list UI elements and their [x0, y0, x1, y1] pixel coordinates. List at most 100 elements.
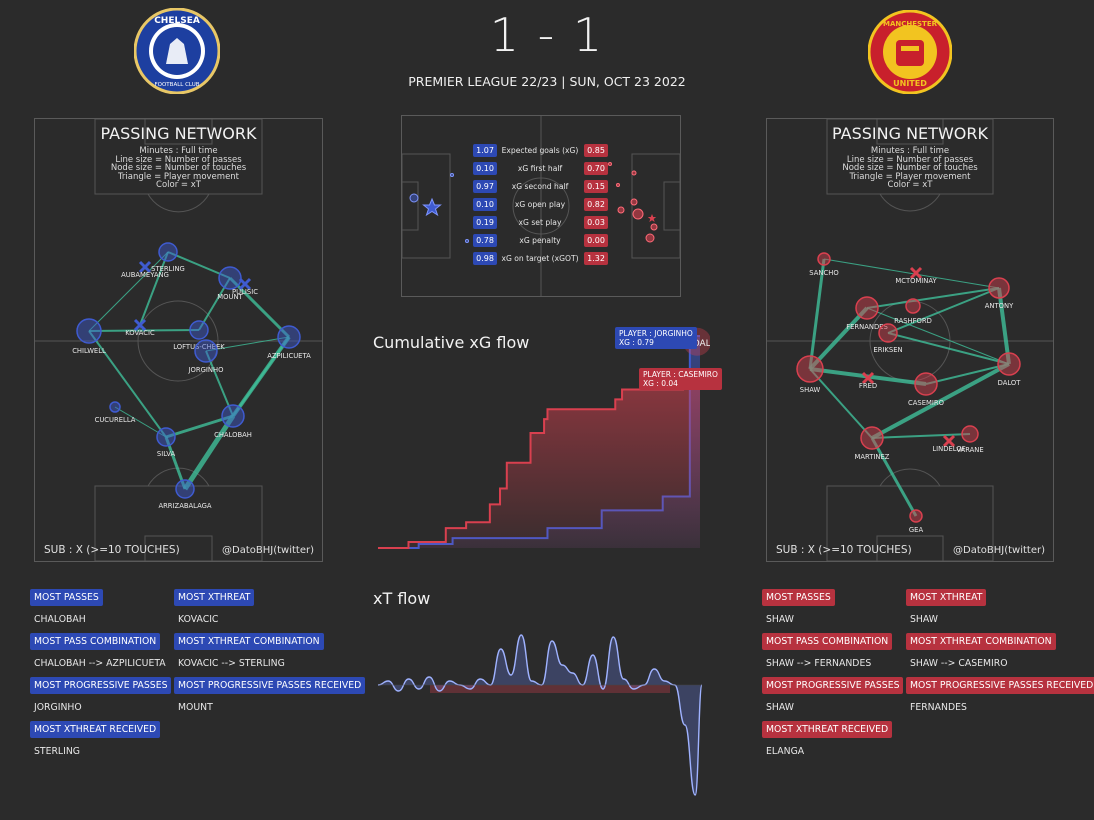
tooltip-player: PLAYER : JORGINHO [619, 329, 693, 338]
svg-text:FOOTBALL CLUB: FOOTBALL CLUB [154, 82, 199, 88]
player-node[interactable] [277, 325, 301, 349]
player-node[interactable] [109, 401, 121, 413]
player-node[interactable] [175, 479, 195, 499]
xg-shotmap-panel: 1.07 Expected goals (xG) 0.85 0.10 xG first … [401, 115, 681, 297]
shot-away [630, 198, 638, 206]
stat-value: STERLING [34, 746, 80, 757]
stat-badge: MOST XTHREAT RECEIVED [30, 721, 161, 738]
player-node[interactable] [878, 323, 898, 343]
shot-away [608, 162, 612, 166]
player-label: SILVA [157, 450, 176, 458]
stat-badge: MOST XTHREAT RECEIVED [762, 721, 893, 738]
stat-value: KOVACIC --> STERLING [178, 658, 285, 669]
legend-line: Color = xT [156, 180, 201, 191]
home-network-title: PASSING NETWORK [100, 124, 257, 143]
home-credit: @DatoBHJ(twitter) [222, 545, 314, 556]
away-credit: @DatoBHJ(twitter) [953, 545, 1045, 556]
player-label: DALOT [998, 379, 1022, 387]
stat-value: SHAW [766, 702, 794, 713]
pass-link [866, 287, 1000, 309]
player-node[interactable] [961, 425, 979, 443]
player-node[interactable] [855, 296, 879, 320]
stat-badge: MOST XTHREAT COMBINATION [174, 633, 324, 650]
player-node[interactable] [158, 242, 178, 262]
stat-value: FERNANDES [910, 702, 967, 713]
player-label: MARTINEZ [855, 453, 890, 461]
player-label: GEA [909, 526, 924, 534]
shot-home [409, 193, 419, 203]
stat-badge: MOST PASS COMBINATION [762, 633, 893, 650]
player-node[interactable] [76, 318, 102, 344]
player-node[interactable] [218, 266, 242, 290]
player-label: JORGINHO [188, 366, 224, 374]
xg-away-value: 0.03 [584, 216, 608, 229]
home-network-legend: Minutes : Full time Line size = Number o… [35, 147, 322, 190]
shot-away [631, 170, 637, 176]
player-label: PULISIC [232, 288, 258, 296]
xg-row-label: xG set play [518, 218, 562, 227]
xg-row-label: xG penalty [519, 236, 561, 245]
stat-value: SHAW --> FERNANDES [766, 658, 872, 669]
stat-badge: MOST PROGRESSIVE PASSES [30, 677, 172, 694]
tooltip-player: PLAYER : CASEMIRO [643, 370, 718, 379]
player-node[interactable] [817, 252, 831, 266]
stat-badge: MOST PROGRESSIVE PASSES [762, 677, 904, 694]
away-network-title: PASSING NETWORK [832, 124, 988, 143]
away-network-legend: Minutes : Full time Line size = Number o… [767, 147, 1053, 190]
player-label: CASEMIRO [908, 399, 944, 407]
pass-link [887, 332, 1010, 365]
away-sub-note: SUB : X (>=10 TOUCHES) [776, 544, 912, 556]
tooltip-xg: XG : 0.04 [643, 379, 678, 388]
xg-away-value: 0.00 [584, 234, 608, 247]
shot-away [632, 208, 644, 220]
stat-value: SHAW --> CASEMIRO [910, 658, 1008, 669]
player-node[interactable] [997, 352, 1021, 376]
tooltip-xg: XG : 0.79 [619, 338, 654, 347]
shot-home [465, 239, 469, 243]
xg-row-label: xG on target (xGOT) [501, 254, 579, 263]
player-node[interactable] [221, 404, 245, 428]
pass-link [232, 336, 290, 417]
stat-value: JORGINHO [34, 702, 82, 713]
stat-badge: MOST PROGRESSIVE PASSES RECEIVED [906, 677, 1094, 694]
xg-away-value: 0.15 [584, 180, 608, 193]
home-sub-note: SUB : X (>=10 TOUCHES) [44, 544, 180, 556]
player-node[interactable] [909, 509, 923, 523]
pass-link [925, 363, 1010, 385]
player-node[interactable] [796, 355, 824, 383]
shot-away [645, 233, 655, 243]
player-label: KOVACIC [125, 329, 155, 337]
player-node[interactable] [156, 427, 176, 447]
player-label: RASHFORD [894, 317, 932, 325]
xg-away-value: 1.32 [584, 252, 608, 265]
xt-area [378, 635, 702, 795]
match-subtitle: PREMIER LEAGUE 22/23 | SUN, OCT 23 2022 [408, 74, 686, 89]
tooltip-away-goal: PLAYER : CASEMIRO XG : 0.04 [639, 368, 722, 390]
player-label: AZPILICUETA [267, 352, 311, 360]
player-label: ARRIZABALAGA [158, 502, 211, 510]
legend-line: Color = xT [887, 180, 933, 191]
pass-link [887, 287, 1000, 334]
shot-away [650, 223, 658, 231]
pass-link [228, 276, 291, 339]
player-node[interactable] [194, 339, 218, 363]
xg-row-label: xG second half [511, 182, 569, 191]
player-label: LINDELOF [932, 445, 965, 453]
player-label: FRED [859, 382, 877, 390]
player-node[interactable] [189, 320, 209, 340]
xg-row-label: xG first half [517, 164, 563, 173]
away-passing-network: SANCHO MCTOMINAY ANTONY FERNANDES RASHFORD ER… [766, 118, 1054, 562]
player-node[interactable] [905, 298, 921, 314]
svg-text:MANCHESTER: MANCHESTER [883, 20, 938, 28]
shot-home [450, 173, 454, 177]
stat-value: ELANGA [766, 746, 805, 757]
chelsea-crest: CHELSEA FOOTBALL CLUB [133, 7, 221, 95]
xg-flow-chart: GOAL [378, 327, 710, 549]
xg-away-value: 0.70 [584, 162, 608, 175]
player-node[interactable] [914, 372, 938, 396]
player-node[interactable] [988, 277, 1010, 299]
xt-line [377, 634, 703, 796]
player-node[interactable] [860, 426, 884, 450]
stat-value: CHALOBAH [34, 614, 86, 625]
stat-badge: MOST PASSES [762, 589, 835, 606]
